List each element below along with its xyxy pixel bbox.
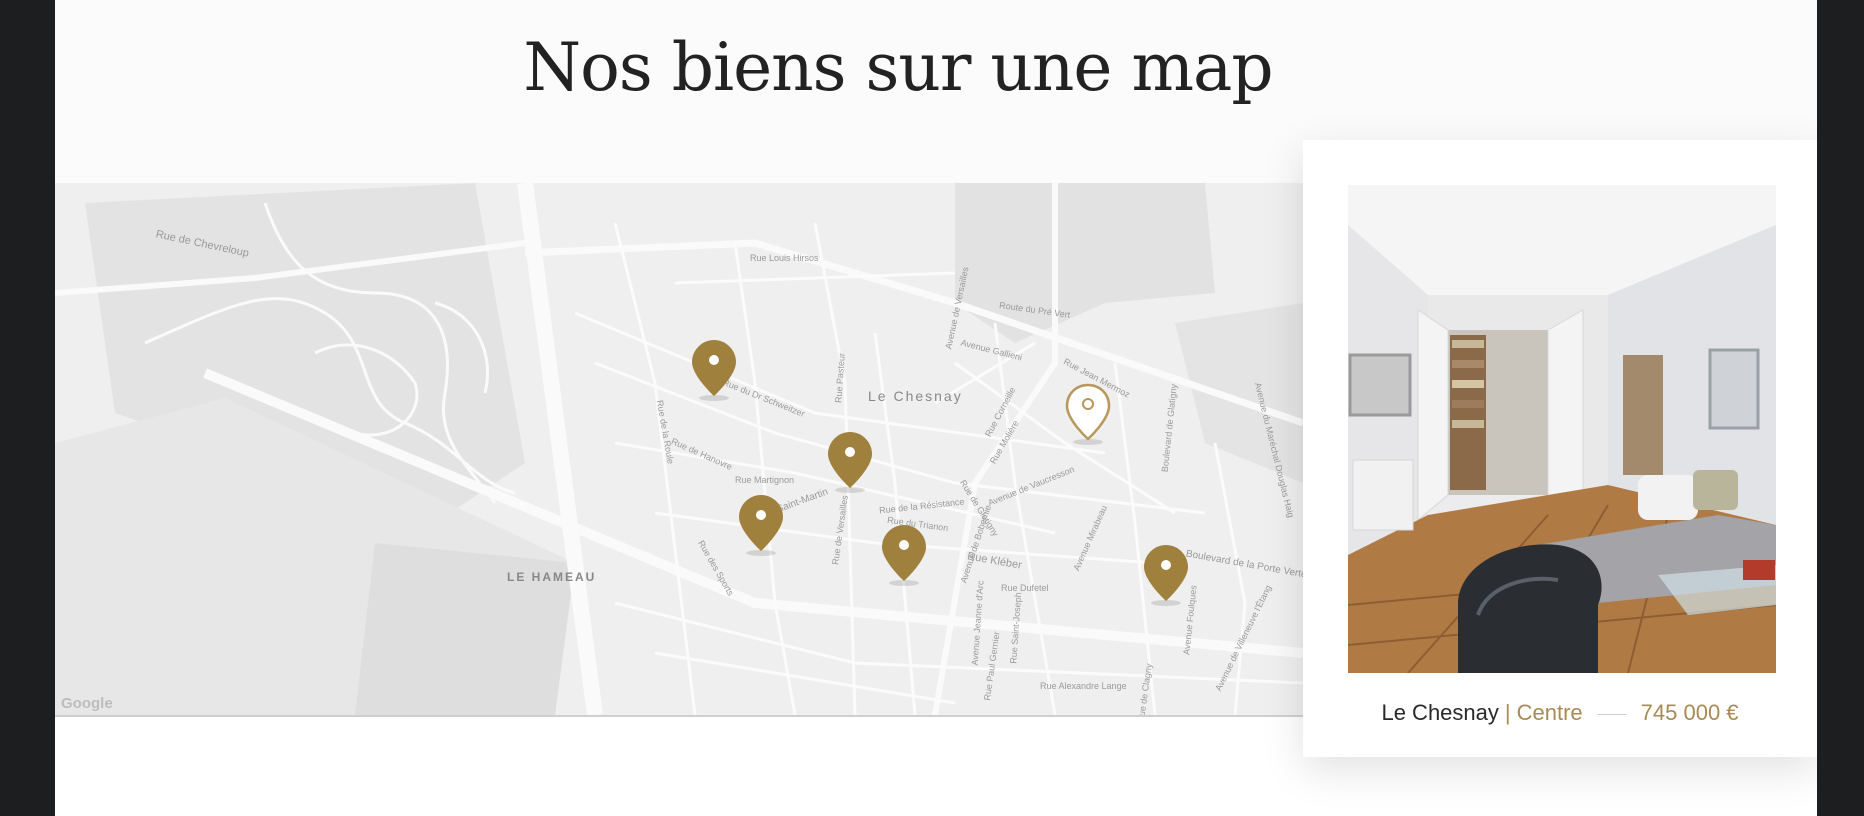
google-logo: Google <box>61 695 113 712</box>
caption-divider <box>1596 713 1627 715</box>
location-pin-icon <box>1144 545 1188 606</box>
location-pin-icon <box>828 432 872 493</box>
map-marker[interactable] <box>736 493 786 557</box>
map-marker[interactable] <box>689 338 739 402</box>
property-photo[interactable] <box>1348 185 1776 673</box>
property-price: 745 000 € <box>1640 700 1739 725</box>
location-pin-icon <box>1065 383 1111 445</box>
map-street-label: Rue Martignon <box>735 475 795 485</box>
map-marker[interactable] <box>1141 543 1191 607</box>
property-map[interactable]: Rue de Chevreloup Rue Louis Hirsos Avenu… <box>55 183 1303 717</box>
property-district: Centre <box>1516 700 1583 725</box>
map-district-label: LE HAMEAU <box>507 570 597 584</box>
property-caption: Le Chesnay | Centre 745 000 € <box>1303 700 1817 726</box>
map-marker-selected[interactable] <box>1063 382 1113 446</box>
caption-separator: | <box>1504 700 1511 725</box>
property-card[interactable]: Le Chesnay | Centre 745 000 € <box>1303 140 1817 757</box>
page: Nos biens sur une map Rue de Chevreloup … <box>55 0 1817 816</box>
location-pin-icon <box>739 495 783 556</box>
location-pin-icon <box>692 340 736 401</box>
map-marker[interactable] <box>879 523 929 587</box>
map-street-label: Rue Louis Hirsos <box>750 253 819 263</box>
map-street-label: Rue Alexandre Lange <box>1040 681 1127 691</box>
map-street-label: Rue Dufetel <box>1001 583 1049 593</box>
map-marker[interactable] <box>825 430 875 494</box>
living-room-image <box>1348 185 1776 673</box>
map-district-label: Le Chesnay <box>868 388 963 404</box>
property-city: Le Chesnay <box>1381 700 1499 725</box>
location-pin-icon <box>882 525 926 586</box>
section-title: Nos biens sur une map <box>523 29 1273 106</box>
